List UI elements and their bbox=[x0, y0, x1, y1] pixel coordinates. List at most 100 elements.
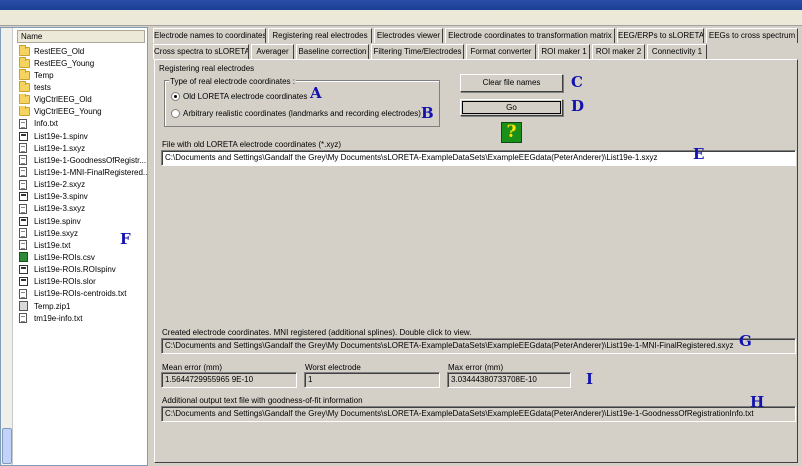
spinv-file-icon bbox=[19, 192, 28, 202]
radio-old-loreta[interactable] bbox=[171, 92, 180, 101]
file-list-item-label: tm19e-info.txt bbox=[34, 313, 83, 323]
radio-old-loreta-label[interactable]: Old LORETA electrode coordinates bbox=[183, 92, 307, 101]
tab-electrode-coordinates-to-transformation-matrix[interactable]: Electrode coordinates to transformation … bbox=[445, 28, 615, 43]
file-list-item-label: List19e-3.sxyz bbox=[34, 204, 86, 214]
tab-cross-spectra-to-sloreta[interactable]: Cross spectra to sLORETA bbox=[153, 44, 249, 59]
file-list-item[interactable]: RestEEG_Old bbox=[19, 45, 147, 57]
file-panel-scrollbar[interactable] bbox=[1, 28, 13, 465]
section-title: Registering real electrodes bbox=[159, 64, 255, 73]
tab-filtering-time-electrodes[interactable]: Filtering Time/Electrodes bbox=[371, 44, 464, 59]
file-list: RestEEG_Old RestEEG_Young Temp tests VigCtrl… bbox=[19, 45, 147, 324]
spinv-file-icon bbox=[19, 131, 28, 141]
file-list-item[interactable]: tm19e-info.txt bbox=[19, 312, 147, 324]
scrollbar-thumb[interactable] bbox=[2, 428, 12, 464]
file-list-item[interactable]: List19e-1-GoodnessOfRegistr... bbox=[19, 154, 147, 166]
file-list-item[interactable]: Temp.zip1 bbox=[19, 300, 147, 312]
file-list-item-label: List19e-ROIs.slor bbox=[34, 277, 96, 287]
spinv-file-icon bbox=[19, 265, 28, 275]
radio-arbitrary-realistic[interactable] bbox=[171, 109, 180, 118]
text-file-icon bbox=[19, 288, 27, 299]
file-list-item-label: List19e-1-MNI-FinalRegistered... bbox=[34, 167, 147, 177]
annotation-letter-i: I bbox=[586, 370, 594, 388]
file-list-item[interactable]: VigCtrlEEG_Young bbox=[19, 105, 147, 118]
radio-arbitrary-realistic-label[interactable]: Arbitrary realistic coordinates (landmar… bbox=[183, 109, 421, 118]
text-file-icon bbox=[19, 228, 27, 239]
file-list-item[interactable]: List19e-3.sxyz bbox=[19, 203, 147, 215]
folder-icon bbox=[19, 105, 30, 117]
annotation-letter-g: G bbox=[739, 332, 752, 350]
additional-output-label: Additional output text file with goodnes… bbox=[162, 396, 363, 405]
file-list-item-label: List19e.sxyz bbox=[34, 228, 79, 238]
file-list-item-label: List19e.txt bbox=[34, 240, 71, 250]
file-list-item[interactable]: Temp bbox=[19, 69, 147, 81]
file-list-item-label: RestEEG_Young bbox=[34, 58, 95, 68]
csv-file-icon bbox=[19, 252, 28, 263]
file-list-item[interactable]: List19e-ROIs.csv bbox=[19, 251, 147, 263]
worst-electrode-label: Worst electrode bbox=[305, 363, 361, 372]
file-list-item[interactable]: VigCtrlEEG_Old bbox=[19, 93, 147, 106]
group-title: Type of real electrode coordinates : bbox=[169, 77, 296, 86]
file-list-item-label: List19e-1.sxyz bbox=[34, 143, 86, 153]
folder-icon bbox=[19, 69, 30, 80]
spinv-file-icon bbox=[19, 277, 28, 287]
tab-electrode-names-to-coordinates[interactable]: Electrode names to coordinates bbox=[153, 28, 266, 43]
annotation-letter-e: E bbox=[693, 145, 705, 163]
go-button[interactable]: Go bbox=[460, 99, 563, 116]
created-coordinates-field[interactable]: C:\Documents and Settings\Gandalf the Gr… bbox=[161, 338, 796, 354]
file-list-item-label: RestEEG_Old bbox=[34, 46, 85, 56]
file-list-item[interactable]: List19e-2.sxyz bbox=[19, 179, 147, 191]
file-list-item[interactable]: List19e-ROIs.slor bbox=[19, 276, 147, 288]
file-list-item-label: List19e-1-GoodnessOfRegistr... bbox=[34, 155, 147, 165]
file-list-item[interactable]: List19e-1.sxyz bbox=[19, 142, 147, 154]
tab-registering-real-electrodes[interactable]: Registering real electrodes bbox=[268, 28, 372, 43]
tab-baseline-correction[interactable]: Baseline correction bbox=[296, 44, 369, 59]
file-list-item-label: VigCtrlEEG_Young bbox=[34, 107, 102, 117]
file-list-item-label: Temp bbox=[34, 70, 54, 80]
file-list-item[interactable]: List19e-3.spinv bbox=[19, 191, 147, 203]
file-list-item-label: tests bbox=[34, 82, 51, 92]
mean-error-field[interactable]: 1.5644729955965 9E-10 bbox=[161, 372, 297, 388]
annotation-letter-d: D bbox=[571, 97, 585, 115]
text-file-icon bbox=[19, 167, 27, 178]
file-list-item-label: List19e.spinv bbox=[34, 216, 81, 226]
file-list-item[interactable]: List19e-1-MNI-FinalRegistered... bbox=[19, 166, 147, 178]
name-column-header[interactable]: Name bbox=[17, 30, 145, 43]
tab-roi-maker-1[interactable]: ROI maker 1 bbox=[538, 44, 590, 59]
file-list-item[interactable]: List19e-1.spinv bbox=[19, 130, 147, 142]
mean-error-label: Mean error (mm) bbox=[162, 363, 223, 372]
toolbar-strip bbox=[0, 10, 802, 26]
file-list-item-label: List19e-ROIs.csv bbox=[34, 252, 95, 262]
file-list-item[interactable]: tests bbox=[19, 81, 147, 93]
folder-icon bbox=[19, 45, 30, 56]
tab-eeg-erps-to-sloreta[interactable]: EEG/ERPs to sLORETA bbox=[617, 28, 704, 43]
tab-averager[interactable]: Averager bbox=[251, 44, 294, 59]
tab-roi-maker-2[interactable]: ROI maker 2 bbox=[592, 44, 645, 59]
folder-icon bbox=[19, 81, 30, 92]
file-list-item[interactable]: List19e-ROIs-centroids.txt bbox=[19, 288, 147, 300]
additional-output-field[interactable]: C:\Documents and Settings\Gandalf the Gr… bbox=[161, 406, 796, 422]
file-list-item-label: List19e-3.spinv bbox=[34, 192, 88, 202]
created-coordinates-label: Created electrode coordinates. MNI regis… bbox=[162, 328, 472, 337]
folder-icon bbox=[19, 57, 30, 68]
tab-electrodes-viewer[interactable]: Electrodes viewer bbox=[374, 28, 443, 43]
file-list-item[interactable]: RestEEG_Young bbox=[19, 57, 147, 69]
file-list-item-label: List19e-1.spinv bbox=[34, 131, 88, 141]
text-file-icon bbox=[19, 240, 27, 251]
file-list-item[interactable]: List19e-ROIs.ROIspinv bbox=[19, 264, 147, 276]
tab-connectivity-1[interactable]: Connectivity 1 bbox=[647, 44, 707, 59]
file-list-item-label: Temp.zip1 bbox=[34, 301, 71, 311]
text-file-icon bbox=[19, 203, 27, 214]
help-icon[interactable]: ? bbox=[501, 122, 522, 143]
file-list-item-label: List19e-ROIs.ROIspinv bbox=[34, 265, 116, 275]
file-list-item-label: Info.txt bbox=[34, 119, 59, 129]
file-list-item[interactable]: List19e.spinv bbox=[19, 215, 147, 227]
clear-file-names-button[interactable]: Clear file names bbox=[460, 74, 563, 92]
file-list-item[interactable]: Info.txt bbox=[19, 118, 147, 130]
max-error-field[interactable]: 3.03444380733708E-10 bbox=[447, 372, 571, 388]
worst-electrode-field[interactable]: 1 bbox=[304, 372, 440, 388]
annotation-letter-f: F bbox=[120, 230, 131, 248]
window-top-strip bbox=[0, 0, 802, 26]
tab-format-converter[interactable]: Format converter bbox=[466, 44, 536, 59]
tab-eegs-to-cross-spectrum[interactable]: EEGs to cross spectrum bbox=[706, 28, 798, 43]
text-file-icon bbox=[19, 179, 27, 190]
